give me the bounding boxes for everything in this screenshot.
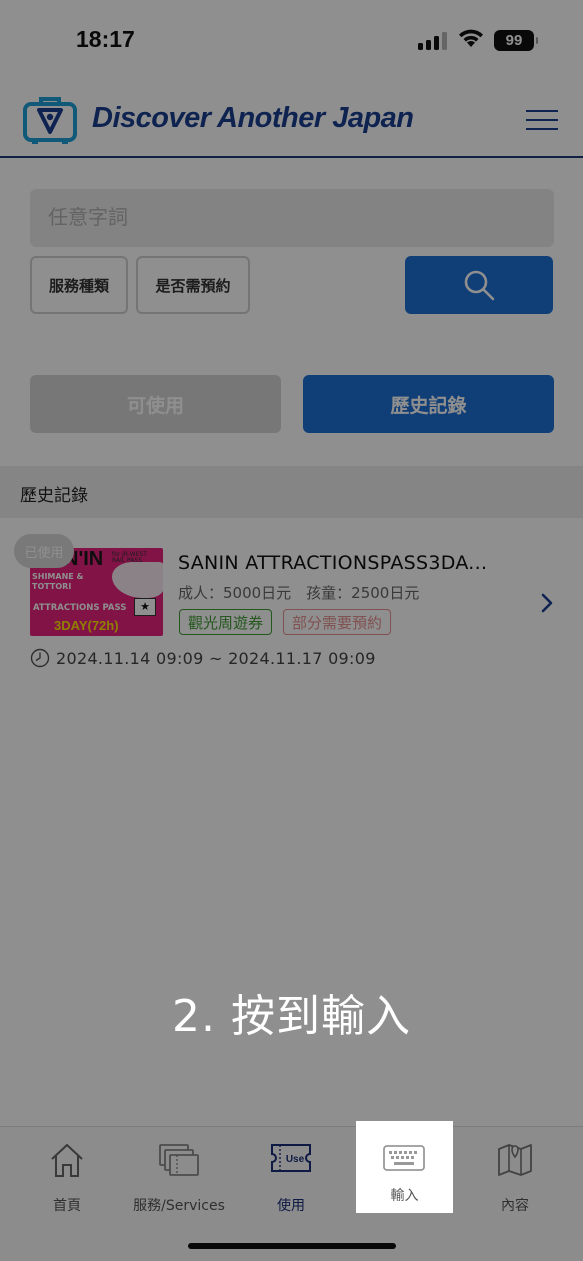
bottom-tab-bar: 首頁 服務/Services Use 使用 輸入 內容 (0, 1126, 583, 1261)
tickets-icon (159, 1144, 199, 1176)
highlighted-input-tab[interactable]: 輸入 (356, 1121, 453, 1213)
wifi-icon (459, 29, 483, 47)
battery-icon: 99 (494, 30, 538, 51)
section-title: 歷史記錄 (20, 486, 88, 506)
region-map-graphic (112, 562, 163, 598)
validity-period: 2024.11.14 09:09 ~ 2024.11.17 09:09 (56, 649, 376, 668)
section-header: 歷史記錄 (0, 466, 583, 518)
chevron-right-icon[interactable] (540, 592, 554, 614)
thumbnail-pass-name: ATTRACTIONS PASS (33, 603, 127, 613)
clock-icon (30, 648, 50, 668)
home-icon (51, 1143, 83, 1177)
tab-content-label: 內容 (501, 1198, 529, 1214)
search-input[interactable] (30, 189, 554, 247)
content-area (0, 668, 583, 1128)
app-header: Discover Another Japan (0, 84, 583, 158)
thumbnail-jr-note: for JR-WEST RAIL PASS (112, 551, 147, 564)
brand-name: Discover Another Japan (92, 102, 414, 134)
search-button[interactable] (405, 256, 553, 314)
highlighted-input-tab-label: 輸入 (390, 1188, 419, 1204)
hamburger-menu-button[interactable] (526, 110, 558, 132)
thumbnail-region: SHIMANE & TOTTORI (32, 572, 84, 591)
status-time: 18:17 (76, 26, 135, 52)
available-tab-button[interactable]: 可使用 (30, 375, 281, 433)
home-indicator (188, 1243, 396, 1249)
service-type-filter-button[interactable]: 服務種類 (30, 256, 128, 314)
instruction-text: 2. 按到輸入 (172, 991, 411, 1042)
map-icon (498, 1144, 532, 1176)
tab-services[interactable]: 服務/Services (123, 1137, 235, 1217)
tab-content[interactable]: 內容 (459, 1137, 571, 1217)
history-tab-button[interactable]: 歷史記錄 (303, 375, 554, 433)
tab-use-label: 使用 (277, 1198, 305, 1214)
reservation-tag: 部分需要預約 (283, 609, 392, 635)
reservation-filter-button[interactable]: 是否需預約 (136, 256, 250, 314)
suitcase-logo-icon (23, 97, 77, 144)
used-status-badge: 已使用 (14, 534, 74, 568)
ticket-list-item[interactable]: N'IN for JR-WEST RAIL PASS SHIMANE & TOT… (0, 518, 583, 668)
tab-home-label: 首頁 (53, 1198, 81, 1214)
thumbnail-duration: 3DAY(72h) (54, 618, 119, 633)
tab-use[interactable]: Use 使用 (235, 1137, 347, 1217)
tab-services-label: 服務/Services (133, 1198, 225, 1214)
status-bar: 18:17 99 (0, 0, 583, 80)
ticket-title: SANIN ATTRACTIONSPASS3DA... (178, 552, 488, 574)
star-icon: ★ (134, 598, 156, 616)
search-icon (464, 270, 495, 301)
keyboard-icon (383, 1145, 425, 1171)
category-tag: 觀光周遊券 (179, 609, 273, 635)
tab-home[interactable]: 首頁 (11, 1137, 123, 1217)
use-icon-text: Use (286, 1154, 305, 1165)
ticket-price: 成人：5000日元 孩童：2500日元 (178, 584, 420, 602)
use-ticket-icon: Use (271, 1144, 311, 1172)
cellular-signal-icon (418, 32, 448, 50)
